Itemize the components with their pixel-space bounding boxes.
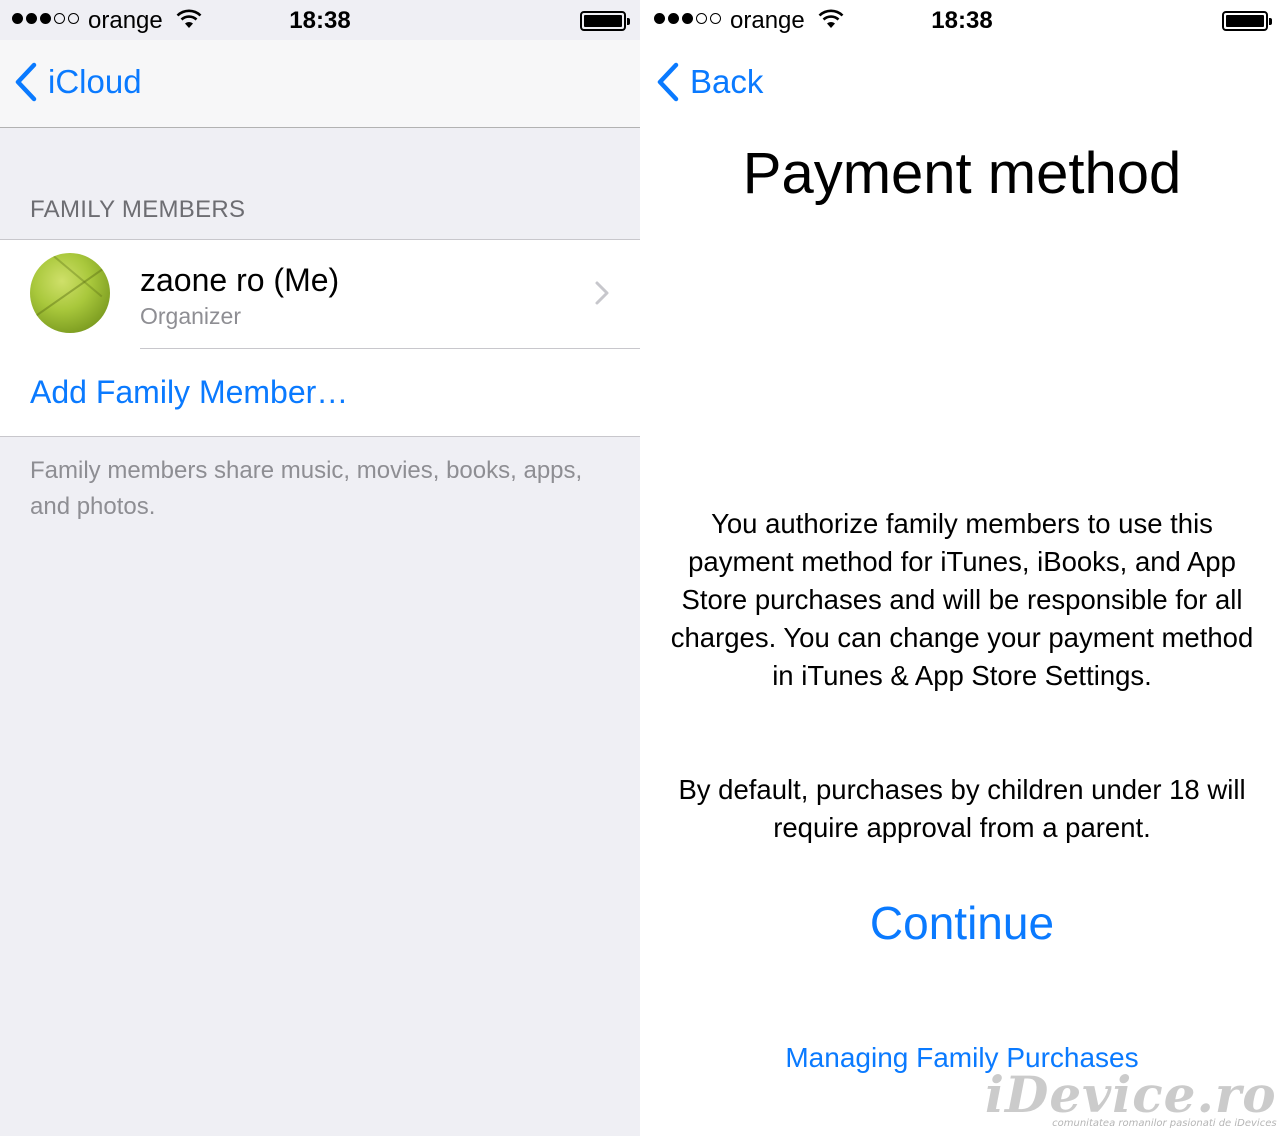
continue-button[interactable]: Continue <box>642 896 1282 950</box>
navigation-bar: Back <box>642 40 1282 128</box>
clock: 18:38 <box>289 7 351 34</box>
watermark: iDevice.ro comunitatea romanilor pasiona… <box>985 1065 1277 1129</box>
clock: 18:38 <box>931 7 993 34</box>
battery-icon <box>1222 11 1272 31</box>
watermark-brand: iDevice.ro <box>985 1065 1277 1124</box>
family-members-group: zaone ro (Me) Organizer Add Family Membe… <box>0 239 640 437</box>
chevron-left-icon <box>657 62 679 102</box>
battery-icon <box>580 11 630 31</box>
family-member-row[interactable]: zaone ro (Me) Organizer <box>0 240 640 349</box>
back-label: Back <box>690 63 764 100</box>
back-label: iCloud <box>48 63 142 100</box>
status-bar: orange 18:38 <box>642 0 1282 40</box>
chevron-left-icon <box>15 62 37 102</box>
row-separator <box>140 348 640 349</box>
avatar <box>30 253 110 333</box>
navigation-bar: iCloud <box>0 40 640 128</box>
back-button[interactable]: Back <box>656 62 763 102</box>
member-role: Organizer <box>140 303 241 329</box>
status-bar: orange 18:38 <box>0 0 640 40</box>
payment-method-screen: orange 18:38 Back Payment method You aut… <box>642 0 1282 1136</box>
member-name: zaone ro (Me) <box>140 262 340 298</box>
section-header: FAMILY MEMBERS <box>30 196 246 223</box>
family-settings-screen: orange 18:38 iCloud FAMILY MEMBERS zaone… <box>0 0 640 1136</box>
chevron-right-icon <box>594 280 610 311</box>
add-family-member-button[interactable]: Add Family Member… <box>30 374 348 411</box>
page-title: Payment method <box>742 141 1182 206</box>
authorization-paragraph: You authorize family members to use this… <box>670 508 1254 691</box>
back-button[interactable]: iCloud <box>14 62 142 102</box>
approval-paragraph: By default, purchases by children under … <box>678 774 1246 843</box>
section-footer-note: Family members share music, movies, book… <box>30 457 583 520</box>
